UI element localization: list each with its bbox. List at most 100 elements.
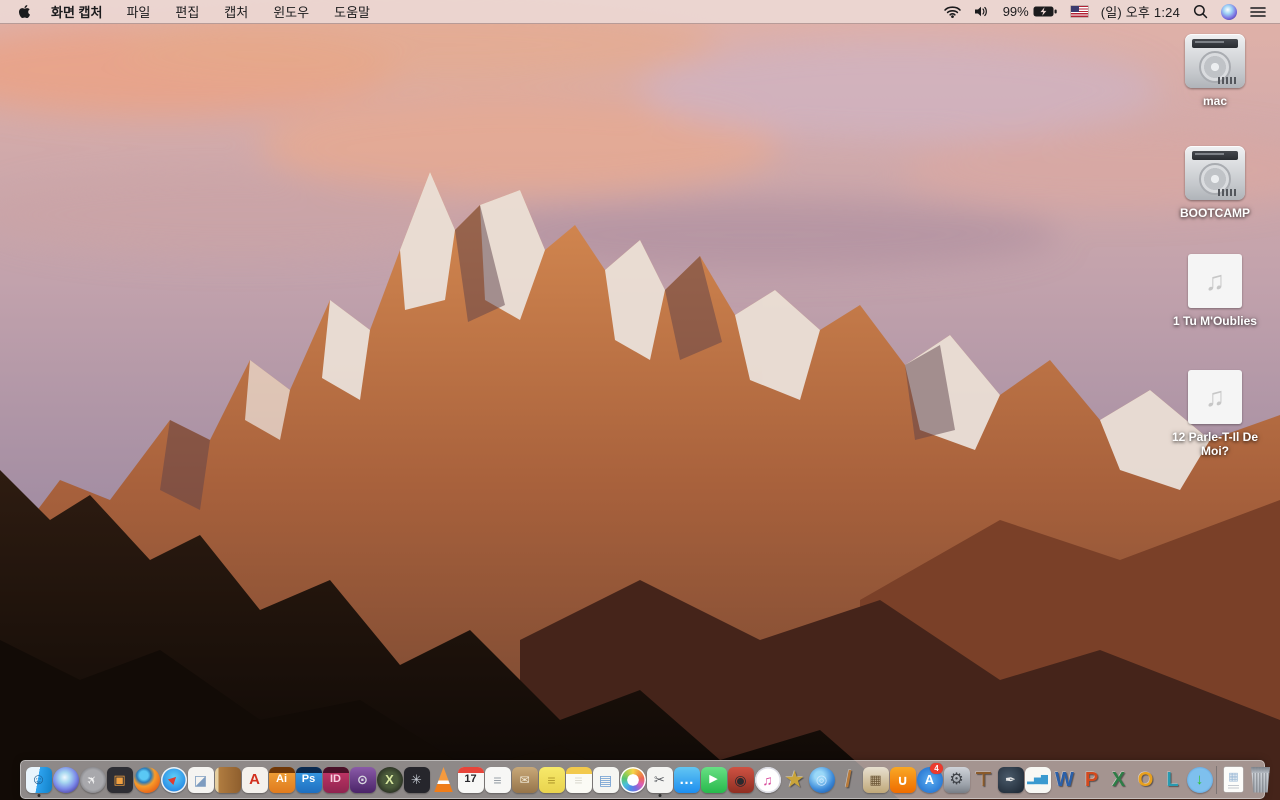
dock-mission-control[interactable]: ▣: [106, 762, 133, 797]
stickies-icon: ≡: [538, 766, 565, 793]
siri-icon: [52, 766, 79, 793]
dock-messages[interactable]: …: [673, 762, 700, 797]
launchpad-icon: ✈: [79, 766, 106, 793]
music-note-glyph: ♫: [1204, 381, 1226, 412]
dock-system-preferences[interactable]: ⚙: [943, 762, 970, 797]
dock-x-utility[interactable]: X: [376, 762, 403, 797]
dock-safari[interactable]: ▶: [160, 762, 187, 797]
dock-vlc[interactable]: [430, 762, 457, 797]
dock-document-file[interactable]: ▦: [1220, 762, 1247, 797]
grab-screen-capture-icon: ✂: [646, 766, 673, 793]
menu-item-3[interactable]: 윈도우: [273, 2, 309, 21]
photo-booth-icon: ◉: [727, 766, 754, 793]
documents-app-icon: ▤: [592, 766, 619, 793]
collage-app-glyph: ▦: [869, 772, 882, 787]
reminders-icon: ≡: [484, 766, 511, 793]
photoshop-icon: Ps: [295, 766, 322, 793]
dock-siri[interactable]: [52, 762, 79, 797]
garageband-icon: /: [836, 767, 862, 793]
preview-glyph: ◪: [193, 771, 208, 788]
dock-ms-excel[interactable]: X: [1105, 762, 1132, 797]
mission-control-icon: ▣: [106, 766, 133, 793]
dock-finder[interactable]: ☺: [25, 762, 52, 797]
dock-facetime[interactable]: ▶: [700, 762, 727, 797]
dock-photoshop[interactable]: Ps: [295, 762, 322, 797]
dock-indesign[interactable]: ID: [322, 762, 349, 797]
dock-reminders[interactable]: ≡: [484, 762, 511, 797]
dock-pages[interactable]: ✒: [997, 762, 1024, 797]
messages-glyph: …: [679, 771, 694, 788]
notification-center-menu[interactable]: [1250, 6, 1266, 18]
dock-web-downloader[interactable]: ↓: [1186, 762, 1213, 797]
dock-numbers[interactable]: ▂▅▇: [1024, 762, 1051, 797]
menubar: 화면 캡처 파일 편집 캡처 윈도우 도움말 99% (일) 오후 1:24: [0, 0, 1280, 24]
dock-garageband[interactable]: /: [835, 762, 862, 797]
wifi-menu[interactable]: [943, 5, 961, 18]
active-app-name[interactable]: 화면 캡처: [51, 2, 102, 21]
siri-menu[interactable]: [1221, 3, 1237, 20]
finder-glyph: ☺: [30, 771, 47, 788]
dock-photo-booth[interactable]: ◉: [727, 762, 754, 797]
dock-toast[interactable]: ⊙: [349, 762, 376, 797]
battery-menu[interactable]: 99%: [1003, 4, 1058, 19]
dock-ms-lync[interactable]: L: [1159, 762, 1186, 797]
dock-dvd-ripper[interactable]: ◎: [808, 762, 835, 797]
toast-icon: ⊙: [349, 766, 376, 793]
input-source-menu[interactable]: [1070, 6, 1088, 17]
spotlight-menu[interactable]: [1193, 4, 1208, 19]
dock-ms-powerpoint[interactable]: P: [1078, 762, 1105, 797]
dock-keynote[interactable]: ⊤: [970, 762, 997, 797]
desktop-icon-label: 1 Tu M'Oublies: [1173, 314, 1257, 328]
dock-disk-fan-utility[interactable]: ✳: [403, 762, 430, 797]
clock-menu[interactable]: (일) 오후 1:24: [1101, 2, 1180, 21]
disk-top: [1192, 151, 1238, 160]
dock-launchpad[interactable]: ✈: [79, 762, 106, 797]
dock-ibooks[interactable]: ∪: [889, 762, 916, 797]
dock-separator: [1216, 765, 1217, 794]
dock-illustrator[interactable]: Ai: [268, 762, 295, 797]
dock-star-app[interactable]: ★: [781, 762, 808, 797]
dock-contacts[interactable]: [214, 762, 241, 797]
grab-screen-capture-glyph: ✂: [654, 772, 665, 787]
hard-drive-icon: [1185, 146, 1245, 200]
desktop: 화면 캡처 파일 편집 캡처 윈도우 도움말 99% (일) 오후 1:24 m…: [0, 0, 1280, 800]
dock-archive-box[interactable]: ✉: [511, 762, 538, 797]
stickies-glyph: ≡: [547, 771, 556, 788]
dock-ms-outlook[interactable]: O: [1132, 762, 1159, 797]
menu-item-1[interactable]: 편집: [175, 2, 199, 21]
dvd-ripper-icon: ◎: [808, 766, 835, 793]
calendar-glyph: 17: [464, 773, 477, 785]
dock-grab-screen-capture[interactable]: ✂: [646, 762, 673, 797]
dock-calendar[interactable]: 17: [457, 762, 484, 797]
menu-item-2[interactable]: 캡처: [224, 2, 248, 21]
icon-topbar: [322, 766, 349, 773]
indesign-icon: ID: [322, 766, 349, 793]
dock-firefox[interactable]: [133, 762, 160, 797]
web-downloader-glyph: ↓: [1195, 771, 1204, 788]
dock-trash-full[interactable]: [1247, 762, 1274, 797]
menu-item-0[interactable]: 파일: [126, 2, 150, 21]
menu-item-4[interactable]: 도움말: [334, 2, 370, 21]
dock-photos[interactable]: [619, 762, 646, 797]
desktop-icon-bootcamp[interactable]: BOOTCAMP: [1152, 146, 1278, 220]
dock-notes[interactable]: ≡: [565, 762, 592, 797]
wifi-icon: [943, 6, 961, 18]
volume-menu[interactable]: [974, 5, 990, 18]
dock-itunes[interactable]: ♫: [754, 762, 781, 797]
desktop-icon-mac[interactable]: mac: [1152, 34, 1278, 108]
safari-icon: ▶: [160, 766, 187, 793]
star-app-glyph: ★: [784, 766, 805, 792]
firefox-icon: [133, 766, 160, 793]
dock-documents-app[interactable]: ▤: [592, 762, 619, 797]
dock-ms-word[interactable]: W: [1051, 762, 1078, 797]
desktop-icon-audio-tu-moublies[interactable]: ♫ 1 Tu M'Oublies: [1152, 254, 1278, 328]
dock-stickies[interactable]: ≡: [538, 762, 565, 797]
dock-preview[interactable]: ◪: [187, 762, 214, 797]
apple-menu[interactable]: [18, 4, 31, 19]
battery-percent: 99%: [1002, 4, 1029, 19]
dock-acrobat[interactable]: A: [241, 762, 268, 797]
desktop-icon-audio-parle-t-il-de-moi[interactable]: ♫ 12 Parle-T-Il De Moi?: [1152, 370, 1278, 458]
contacts-icon: [214, 766, 241, 793]
dock-collage-app[interactable]: ▦: [862, 762, 889, 797]
dock-app-store[interactable]: A4: [916, 762, 943, 797]
